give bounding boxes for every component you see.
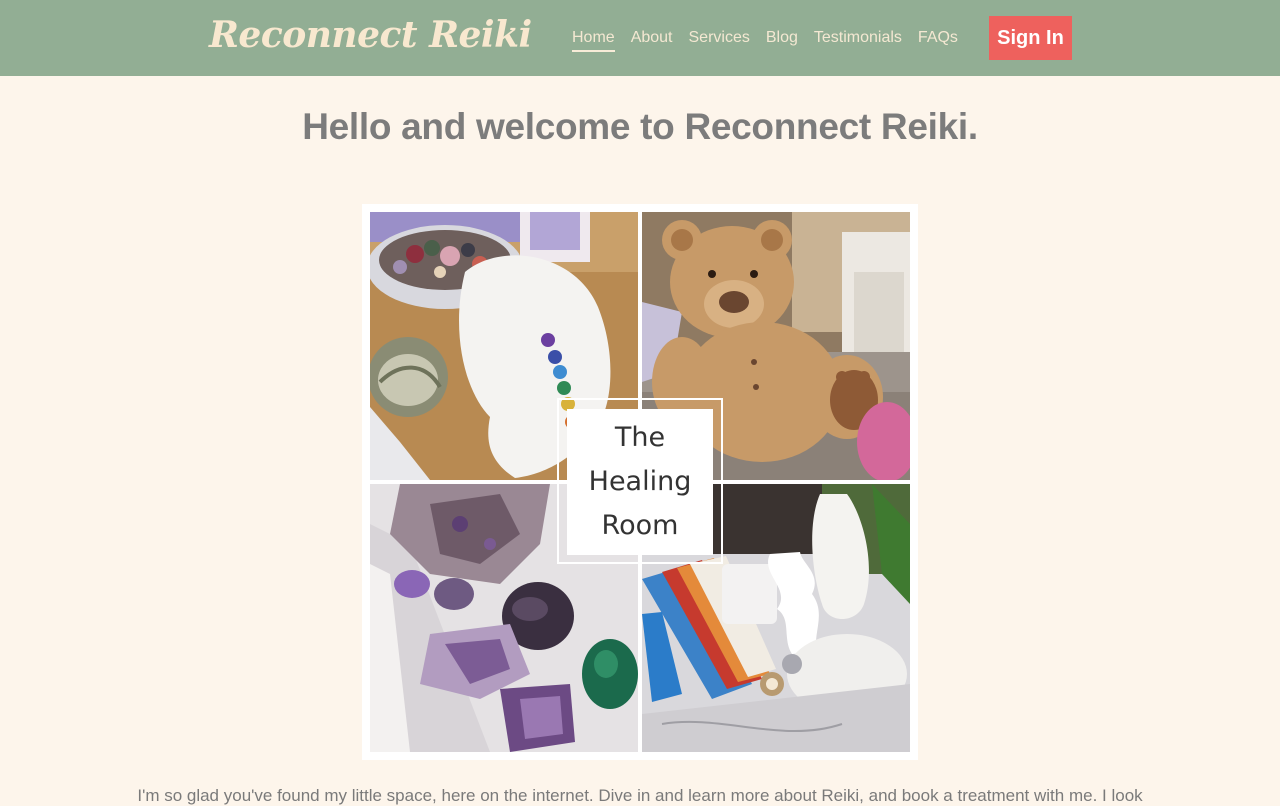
nav-services-link[interactable]: Services	[689, 28, 750, 52]
site-logo[interactable]: Reconnect Reiki	[209, 14, 532, 56]
nav-home-link[interactable]: Home	[572, 28, 615, 52]
caption-line-1: The	[614, 422, 666, 453]
nav-about-link[interactable]: About	[631, 28, 673, 52]
sign-in-button[interactable]: Sign In	[989, 16, 1072, 60]
intro-paragraph: I'm so glad you've found my little space…	[137, 786, 1143, 805]
healing-room-caption: The Healing Room	[567, 409, 713, 555]
caption-line-2: Healing	[588, 466, 692, 497]
nav-faqs-link[interactable]: FAQs	[918, 28, 958, 52]
nav-testimonials-link[interactable]: Testimonials	[814, 28, 902, 52]
nav-blog-link[interactable]: Blog	[766, 28, 798, 52]
healing-room-collage: The Healing Room	[362, 204, 918, 760]
top-navbar: Reconnect Reiki Home About Services Blog…	[0, 0, 1280, 76]
page-headline: Hello and welcome to Reconnect Reiki.	[302, 106, 978, 147]
caption-line-3: Room	[601, 510, 679, 541]
main-nav: Home About Services Blog Testimonials FA…	[572, 28, 958, 52]
